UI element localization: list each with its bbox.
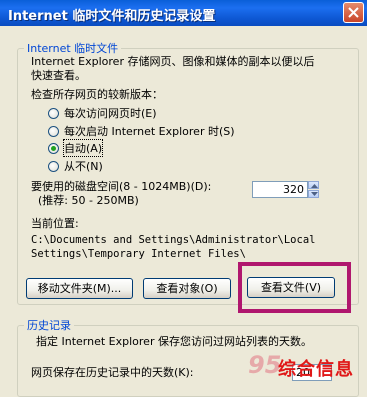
radio-every-start[interactable]: 每次启动 Internet Explorer 时(S) xyxy=(48,123,235,139)
watermark-logo: 95 综合信息 xyxy=(248,351,367,383)
close-button[interactable] xyxy=(343,2,364,23)
radio-every-visit[interactable]: 每次访问网页时(E) xyxy=(48,105,157,121)
disk-space-recommend: (推荐: 50 - 250MB) xyxy=(38,194,139,207)
watermark-text: 综合信息 xyxy=(278,359,354,380)
disk-space-spinner[interactable] xyxy=(308,181,319,198)
move-folder-button[interactable]: 移动文件夹(M)... xyxy=(26,278,133,299)
disk-space-label: 要使用的磁盘空间(8 - 1024MB)(D): xyxy=(31,180,212,193)
radio-label: 从不(N) xyxy=(64,160,103,173)
arrow-up-icon xyxy=(311,184,318,188)
disk-space-input[interactable]: 320 xyxy=(252,181,308,198)
radio-automatic[interactable]: 自动(A) xyxy=(48,139,104,157)
spin-up-button[interactable] xyxy=(308,181,319,189)
temp-files-description-1: Internet Explorer 存储网页、图像和媒体的副本以便以后 xyxy=(31,55,315,68)
radio-label: 自动(A) xyxy=(62,139,104,157)
window-title: Internet 临时文件和历史记录设置 xyxy=(8,9,216,24)
view-objects-button[interactable]: 查看对象(O) xyxy=(143,278,231,299)
radio-never[interactable]: 从不(N) xyxy=(48,158,103,174)
radio-button[interactable] xyxy=(48,107,59,119)
radio-button[interactable] xyxy=(48,160,59,172)
radio-label: 每次访问网页时(E) xyxy=(64,107,157,120)
radio-label: 每次启动 Internet Explorer 时(S) xyxy=(64,125,235,138)
radio-button-selected[interactable] xyxy=(48,142,59,154)
close-icon xyxy=(348,7,359,18)
history-days-label: 网页保存在历史记录中的天数(K): xyxy=(31,366,194,379)
highlight-box xyxy=(238,262,351,313)
current-location-path-1: C:\Documents and Settings\Administrator\… xyxy=(31,234,316,246)
settings-dialog: Internet 临时文件和历史记录设置 Internet 临时文件 Inter… xyxy=(0,0,367,397)
watermark-number: 95 xyxy=(248,351,282,379)
temp-files-description-2: 快速查看。 xyxy=(31,69,86,82)
title-bar[interactable]: Internet 临时文件和历史记录设置 xyxy=(0,0,367,26)
current-location-path-2: Settings\Temporary Internet Files\ xyxy=(31,248,246,260)
spin-down-button[interactable] xyxy=(308,190,319,198)
history-description: 指定 Internet Explorer 保存您访问过网站列表的天数。 xyxy=(36,335,312,348)
temp-files-legend: Internet 临时文件 xyxy=(24,40,122,56)
check-versions-label: 检查所存网页的较新版本： xyxy=(31,88,163,101)
arrow-down-icon xyxy=(311,192,318,196)
current-location-label: 当前位置: xyxy=(31,217,79,230)
radio-button[interactable] xyxy=(48,125,59,137)
history-legend: 历史记录 xyxy=(24,317,74,333)
